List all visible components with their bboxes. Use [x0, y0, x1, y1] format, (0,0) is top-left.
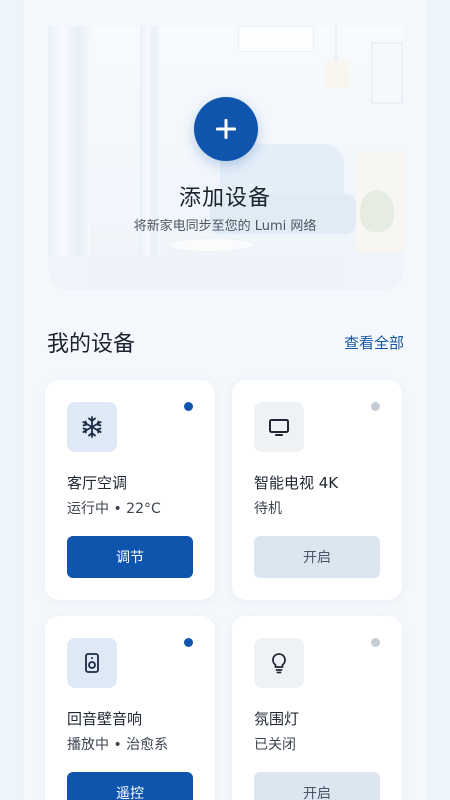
turn-on-button[interactable]: 开启 [254, 772, 380, 800]
see-all-link[interactable]: 查看全部 [344, 332, 404, 353]
offline-status-dot [371, 638, 380, 647]
device-name: 客厅空调 [67, 474, 128, 492]
remote-control-button[interactable]: 遥控 [67, 772, 193, 800]
plus-icon [216, 119, 236, 139]
device-name: 智能电视 4K [254, 474, 339, 492]
device-name: 氛围灯 [254, 710, 300, 728]
lightbulb-icon [272, 653, 286, 674]
hero-title: 添加设备 [178, 186, 271, 211]
hero-subtitle: 将新家电同步至您的 Lumi 网络 [133, 219, 317, 234]
device-status: 待机 [254, 501, 282, 517]
device-card-tv[interactable]: 智能电视 4K 待机 开启 [232, 380, 402, 600]
device-icon-box [67, 402, 117, 452]
device-icon-box [67, 638, 117, 688]
device-card-soundbar[interactable]: 回音壁音响 播放中 • 治愈系 遥控 [45, 616, 215, 800]
snowflake-icon [82, 416, 102, 438]
online-status-dot [184, 402, 193, 411]
device-card-ambient-light[interactable]: 氛围灯 已关闭 开启 [232, 616, 402, 800]
add-device-button[interactable] [194, 97, 258, 161]
turn-on-button[interactable]: 开启 [254, 536, 380, 578]
tv-icon [269, 419, 289, 436]
offline-status-dot [371, 402, 380, 411]
device-status: 已关闭 [254, 737, 296, 753]
device-status: 播放中 • 治愈系 [67, 737, 169, 753]
speaker-icon [85, 653, 99, 673]
device-status: 运行中 • 22°C [67, 501, 161, 517]
online-status-dot [184, 638, 193, 647]
adjust-button[interactable]: 调节 [67, 536, 193, 578]
device-icon-box [254, 638, 304, 688]
device-card-ac[interactable]: 客厅空调 运行中 • 22°C 调节 [45, 380, 215, 600]
device-name: 回音壁音响 [67, 710, 143, 728]
device-icon-box [254, 402, 304, 452]
section-title: 我的设备 [47, 332, 136, 357]
